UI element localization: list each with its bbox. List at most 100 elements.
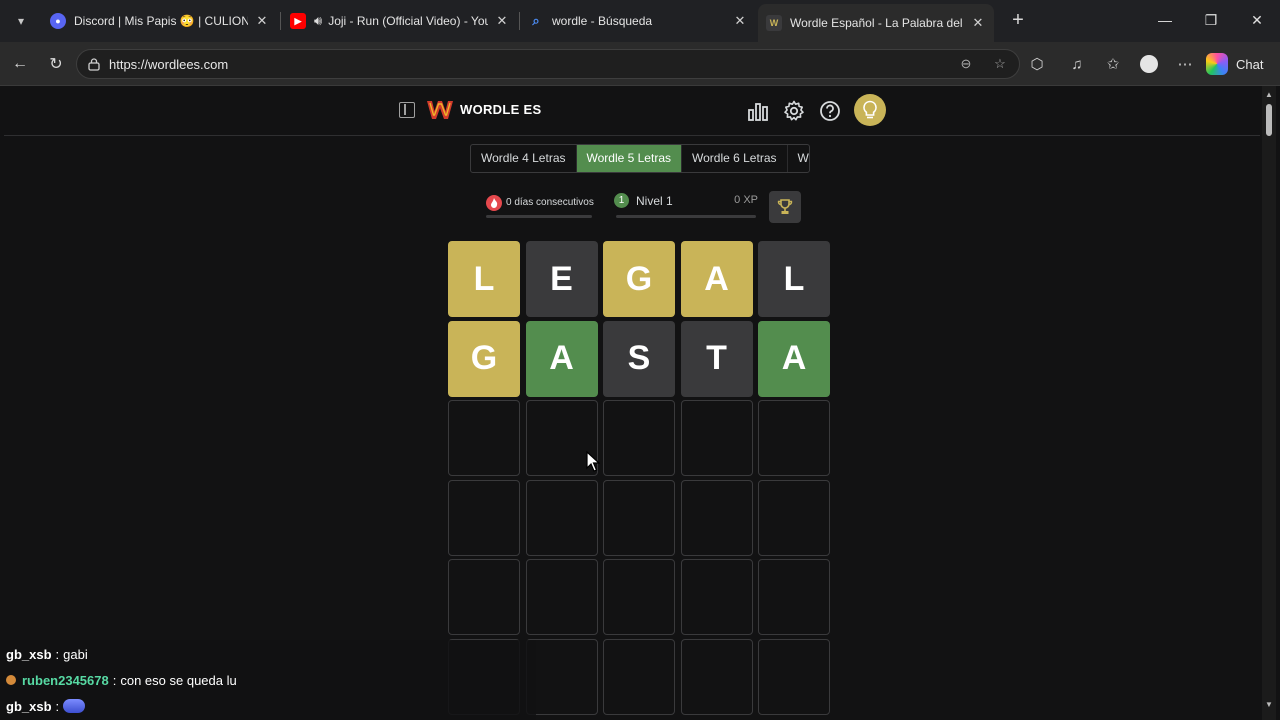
board-tile (448, 559, 520, 635)
close-window-icon[interactable]: ✕ (1242, 6, 1272, 34)
settings-gear-icon[interactable] (783, 100, 805, 122)
tab-search[interactable]: ⌕ wordle - Búsqueda ✕ (520, 5, 756, 37)
trophy-button[interactable] (769, 191, 801, 223)
close-icon[interactable]: ✕ (494, 13, 510, 29)
emote-icon (63, 699, 86, 713)
browser-tab-bar: ▾ ● Discord | Mis Papis 😳 | CULIONES ✕ ▶… (0, 0, 1280, 42)
tab-title: Discord | Mis Papis 😳 | CULIONES (74, 14, 248, 28)
tab-title: Wordle Español - La Palabra del Día (790, 16, 964, 30)
copilot-chat-button[interactable]: Chat (1206, 50, 1272, 78)
board-tile: T (680, 320, 753, 397)
chat-label: Chat (1236, 56, 1264, 72)
sidebar-toggle-icon[interactable] (399, 102, 415, 118)
xp-progress-bar (616, 215, 756, 218)
chat-badge-icon (6, 675, 16, 685)
tab-discord[interactable]: ● Discord | Mis Papis 😳 | CULIONES ✕ (42, 5, 278, 37)
chat-message: ruben2345678 : con eso se queda lu (6, 670, 237, 690)
lock-icon (88, 58, 100, 71)
more-options-icon[interactable]: ⋯ (1174, 53, 1196, 75)
extensions-icon[interactable]: ⬡ (1026, 53, 1048, 75)
close-icon[interactable]: ✕ (732, 13, 748, 29)
stream-chat-overlay: gb_xsb : gabi ruben2345678 : con eso se … (0, 640, 536, 720)
tab-wordle-5-letras[interactable]: Wordle 5 Letras (576, 145, 682, 172)
reader-mode-icon[interactable]: ⊖ (957, 56, 975, 74)
close-icon[interactable]: ✕ (970, 15, 986, 31)
page-scrollbar[interactable]: ▲ ▼ (1262, 86, 1276, 720)
profile-avatar-icon[interactable] (1138, 53, 1160, 75)
board-tile: A (758, 320, 830, 397)
streak-progress-bar (486, 215, 592, 218)
media-icon[interactable]: ♫ (1066, 53, 1088, 75)
board-tile (758, 559, 830, 635)
youtube-icon: ▶ (290, 13, 306, 29)
streak-indicator: 0 días consecutivos (480, 189, 596, 218)
board-tile (525, 638, 598, 715)
reload-icon[interactable]: ↻ (44, 52, 68, 76)
board-tile (448, 479, 520, 556)
mouse-cursor-icon (586, 451, 600, 472)
minimize-icon[interactable]: — (1150, 6, 1180, 34)
board-tile (680, 400, 753, 476)
hint-lightbulb-button[interactable] (854, 94, 886, 126)
tab-actions-menu-button[interactable]: ▾ (8, 8, 34, 34)
address-bar[interactable]: https://wordlees.com ⊖ ☆ (76, 49, 1020, 79)
tab-wordle-4-letras[interactable]: Wordle 4 Letras (471, 145, 577, 172)
page-content: WORDLE ES Wordle 4 Letras Wordle 5 Letra… (4, 86, 1260, 720)
chat-username: ruben2345678 (22, 672, 109, 688)
speaker-icon[interactable]: 🔊︎ (314, 13, 322, 29)
statistics-icon[interactable] (747, 100, 769, 122)
level-number-badge: 1 (614, 193, 629, 208)
board-tile: A (680, 241, 753, 317)
wordle-icon: W (766, 15, 782, 31)
search-icon: ⌕ (532, 13, 540, 28)
back-icon[interactable]: ← (8, 52, 32, 76)
chat-separator: : (55, 646, 60, 662)
level-label: Nivel 1 (636, 194, 673, 208)
close-icon[interactable]: ✕ (254, 13, 270, 29)
board-tile: S (603, 320, 675, 397)
wordle-logo-icon (427, 101, 453, 119)
level-indicator: 1 Nivel 1 0 XP (612, 189, 760, 218)
board-tile: G (603, 241, 675, 317)
board-tile (680, 559, 753, 635)
board-tile: G (448, 320, 520, 397)
url-text: https://wordlees.com (109, 57, 229, 72)
board-tile (603, 479, 675, 556)
wordle-mode-tabs: Wordle 4 Letras Wordle 5 Letras Wordle 6… (470, 144, 810, 173)
browser-toolbar: ← ↻ https://wordlees.com ⊖ ☆ ⬡ ♫ ✩ ⋯ Cha… (0, 42, 1280, 86)
board-tile (525, 479, 598, 556)
site-header: WORDLE ES (4, 86, 1260, 136)
xp-text: 0 XP (734, 194, 758, 206)
site-logo-text: WORDLE ES (460, 102, 542, 117)
lightbulb-icon (863, 100, 877, 119)
restore-icon[interactable]: ❐ (1196, 6, 1226, 34)
tab-title: Joji - Run (Official Video) - YouTube (328, 14, 488, 28)
chat-text: gabi (63, 646, 88, 662)
board-tile: A (525, 320, 598, 397)
streak-text: 0 días consecutivos (506, 197, 594, 208)
discord-icon: ● (50, 13, 66, 29)
scrollbar-thumb[interactable] (1266, 104, 1272, 136)
board-tile: L (448, 241, 520, 317)
flame-icon (486, 195, 502, 211)
tab-wordle-7-letras[interactable]: Wordle 7 Letras (788, 145, 810, 172)
scroll-up-icon[interactable]: ▲ (1265, 90, 1273, 99)
board-tile (680, 638, 753, 715)
player-stats-row: 0 días consecutivos 1 Nivel 1 0 XP (480, 189, 815, 225)
favorites-icon[interactable]: ✩ (1102, 53, 1124, 75)
scroll-down-icon[interactable]: ▼ (1265, 700, 1273, 709)
board-tile (758, 638, 830, 715)
chat-separator: : (112, 672, 117, 688)
help-icon[interactable] (819, 100, 841, 122)
board-tile (525, 559, 598, 635)
board-tile: E (525, 241, 598, 317)
chat-text: con eso se queda lu (120, 672, 237, 688)
favorite-star-icon[interactable]: ☆ (991, 56, 1009, 74)
new-tab-button[interactable]: + (1007, 9, 1029, 31)
copilot-icon (1206, 53, 1228, 75)
tab-wordle[interactable]: W Wordle Español - La Palabra del Día ✕ (758, 4, 994, 42)
board-tile (448, 400, 520, 476)
tab-wordle-6-letras[interactable]: Wordle 6 Letras (682, 145, 788, 172)
tab-youtube[interactable]: ▶ 🔊︎ Joji - Run (Official Video) - YouTu… (282, 5, 518, 37)
board-tile: L (758, 241, 830, 317)
